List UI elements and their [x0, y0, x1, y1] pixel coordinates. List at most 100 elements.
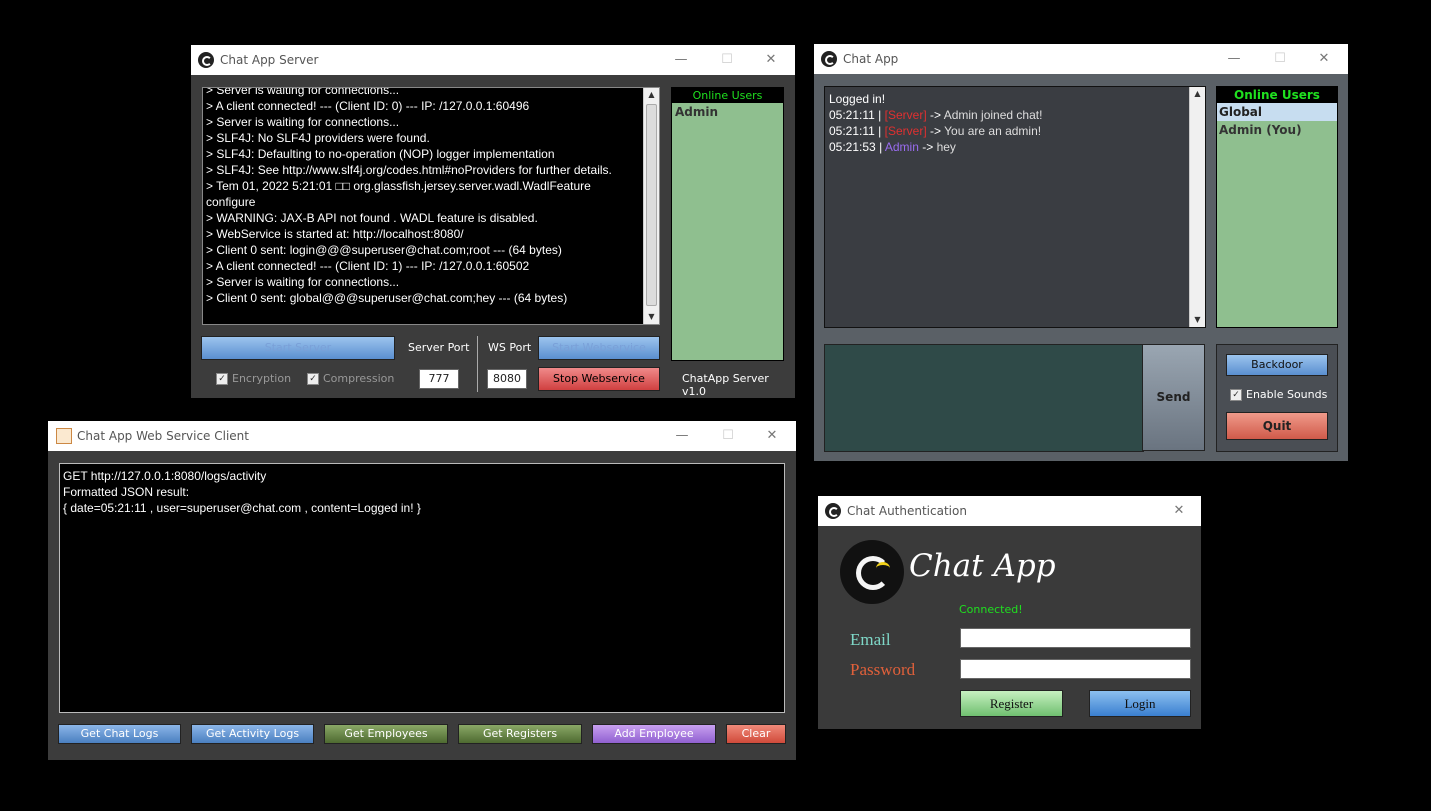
message-time: 05:21:11 [829, 108, 875, 122]
send-button[interactable]: Send [1142, 344, 1205, 451]
maximize-button: ☐ [721, 52, 733, 67]
start-webservice-button: Start Webservice [538, 336, 660, 360]
server-log-line: > SLF4J: See http://www.slf4j.org/codes.… [206, 163, 612, 177]
close-button[interactable]: ✕ [1302, 44, 1346, 74]
minimize-button[interactable]: — [659, 45, 703, 75]
chat-window: Chat App — ☐ ✕ Logged in! 05:21:11 | [Se… [814, 44, 1348, 461]
window-title: Chat App Server [220, 53, 319, 67]
app-name: Chat App [909, 548, 1056, 584]
checkbox-check-icon: ✓ [1230, 389, 1242, 401]
message-input[interactable] [824, 344, 1144, 452]
get-chat-logs-button[interactable]: Get Chat Logs [58, 724, 181, 744]
webservice-output-text: GET http://127.0.0.1:8080/logs/activity F… [63, 468, 421, 516]
email-field[interactable] [960, 628, 1191, 648]
webservice-output[interactable]: GET http://127.0.0.1:8080/logs/activity F… [59, 463, 785, 713]
scroll-down-arrow-icon[interactable]: ▼ [644, 310, 659, 324]
close-button[interactable]: ✕ [749, 45, 793, 75]
server-online-users-panel: Online Users Admin [671, 87, 784, 361]
scroll-up-arrow-icon[interactable]: ▲ [1190, 87, 1205, 101]
message-time: 05:21:53 [829, 140, 876, 154]
chat-app-logo-icon [825, 503, 841, 519]
chat-app-logo-icon [821, 51, 837, 67]
server-window: Chat App Server — ☐ ✕ > Server is waitin… [191, 45, 795, 398]
chat-messages-list: 05:21:11 | [Server] -> Admin joined chat… [829, 107, 1042, 155]
scroll-down-arrow-icon[interactable]: ▼ [1190, 313, 1205, 327]
compression-checkbox: ✓ Compression [307, 372, 394, 385]
close-button[interactable]: ✕ [750, 421, 794, 451]
server-version-label: ChatApp Server v1.0 [682, 372, 769, 398]
password-label: Password [850, 660, 916, 679]
chat-titlebar: Chat App — ☐ ✕ [814, 44, 1348, 74]
message-arrow: -> [930, 108, 942, 122]
get-employees-button[interactable]: Get Employees [324, 724, 448, 744]
close-button[interactable]: ✕ [1157, 496, 1201, 526]
server-log-scrollbar[interactable]: ▲ ▼ [643, 88, 659, 324]
minimize-button[interactable]: — [660, 421, 704, 451]
webservice-window: Chat App Web Service Client — ☐ ✕ GET ht… [48, 421, 796, 760]
get-activity-logs-button[interactable]: Get Activity Logs [191, 724, 314, 744]
window-title: Chat App [843, 52, 899, 66]
server-log-line: > A client connected! --- (Client ID: 1)… [206, 259, 530, 273]
login-button[interactable]: Login [1089, 690, 1191, 717]
chat-message-row: 05:21:11 | [Server] -> Admin joined chat… [829, 107, 1042, 123]
checkbox-check-icon: ✓ [216, 373, 228, 385]
server-log-line: > Server is waiting for connections... [206, 275, 400, 289]
message-sender: Admin [884, 140, 919, 154]
chat-message-row: 05:21:53 | Admin -> hey [829, 139, 1042, 155]
server-log-line: > Client 0 sent: login@@@superuser@chat.… [206, 243, 562, 257]
message-sender: [Server] [884, 108, 927, 122]
minimize-button[interactable]: — [1212, 44, 1256, 74]
divider [477, 336, 478, 392]
chat-app-logo [840, 540, 904, 604]
server-log-text: > Server is waiting for connections... > … [206, 87, 641, 306]
message-separator: | [878, 108, 882, 122]
server-log-console[interactable]: > Server is waiting for connections... > … [202, 87, 660, 325]
enable-sounds-checkbox[interactable]: ✓ Enable Sounds [1230, 388, 1327, 401]
online-user-item[interactable]: Admin [672, 103, 783, 121]
password-field[interactable] [960, 659, 1191, 679]
ws-port-field[interactable]: 8080 [487, 369, 527, 389]
webservice-output-line: Formatted JSON result: [63, 485, 190, 499]
server-log-line: > Tem 01, 2022 5:21:01 □□ org.glassfish.… [206, 179, 591, 193]
server-log-line: > Client 0 sent: global@@@superuser@chat… [206, 291, 568, 305]
enable-sounds-label: Enable Sounds [1246, 388, 1328, 401]
stop-webservice-button[interactable]: Stop Webservice [538, 367, 660, 391]
checkbox-check-icon: ✓ [307, 373, 319, 385]
ws-port-label: WS Port [488, 341, 532, 354]
message-text: hey [936, 140, 956, 154]
start-server-button: Start Server [201, 336, 395, 360]
webservice-output-line: { date=05:21:11 , user=superuser@chat.co… [63, 501, 421, 515]
server-port-field[interactable]: 777 [419, 369, 459, 389]
message-separator: | [878, 124, 882, 138]
server-log-line: > A client connected! --- (Client ID: 0)… [206, 99, 530, 113]
chat-scrollbar[interactable]: ▲ ▼ [1189, 87, 1205, 327]
backdoor-button[interactable]: Backdoor [1226, 354, 1328, 376]
webservice-output-line: GET http://127.0.0.1:8080/logs/activity [63, 469, 267, 483]
chat-app-logo-icon [198, 52, 214, 68]
server-log-line: > Server is waiting for connections... [206, 87, 400, 97]
server-log-line: > SLF4J: No SLF4J providers were found. [206, 131, 430, 145]
server-port-label: Server Port [408, 341, 470, 354]
message-text: You are an admin! [944, 124, 1042, 138]
logo-swoosh-icon [876, 562, 890, 575]
message-separator: | [879, 140, 883, 154]
chat-messages-area[interactable]: Logged in! 05:21:11 | [Server] -> Admin … [824, 86, 1206, 328]
scroll-thumb[interactable] [646, 104, 657, 306]
online-user-item-admin[interactable]: Admin (You) [1217, 121, 1337, 139]
clear-button[interactable]: Clear [726, 724, 786, 744]
quit-button[interactable]: Quit [1226, 412, 1328, 440]
chat-online-users-panel: Online Users Global Admin (You) [1216, 86, 1338, 328]
online-user-item-global[interactable]: Global [1217, 103, 1337, 121]
webservice-titlebar: Chat App Web Service Client — ☐ ✕ [48, 421, 796, 451]
encryption-label: Encryption [232, 372, 292, 385]
auth-window: Chat Authentication ✕ Chat App Connected… [818, 496, 1201, 729]
message-arrow: -> [922, 140, 934, 154]
server-log-line: > WebService is started at: http://local… [206, 227, 464, 241]
add-employee-button[interactable]: Add Employee [592, 724, 716, 744]
register-button[interactable]: Register [960, 690, 1063, 717]
scroll-up-arrow-icon[interactable]: ▲ [644, 88, 659, 102]
window-title: Chat Authentication [847, 504, 967, 518]
server-log-line: > WARNING: JAX-B API not found . WADL fe… [206, 211, 538, 225]
get-registers-button[interactable]: Get Registers [458, 724, 582, 744]
server-log-line: configure [206, 195, 256, 209]
